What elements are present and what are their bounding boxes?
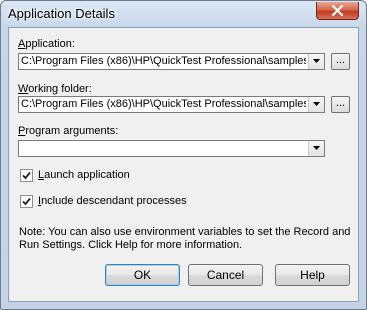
checkmark-icon (22, 197, 31, 206)
application-dropdown-button[interactable] (308, 54, 324, 69)
dialog-body: Application: C:\Program Files (x86)\HP\Q… (8, 27, 359, 302)
program-arguments-label: Program arguments: (18, 125, 119, 137)
cancel-button[interactable]: Cancel (188, 264, 263, 286)
note-line-2: Run Settings. Click Help for more inform… (19, 239, 243, 251)
working-folder-dropdown-button[interactable] (308, 97, 324, 112)
include-descendant-label[interactable]: Include descendant processes (38, 195, 187, 207)
include-descendant-checkbox[interactable] (20, 195, 33, 208)
dialog-title: Application Details (8, 6, 115, 21)
title-bar[interactable]: Application Details (1, 1, 366, 27)
close-button[interactable] (316, 2, 359, 20)
ok-button[interactable]: OK (105, 264, 180, 286)
chevron-down-icon (313, 59, 320, 63)
help-button[interactable]: Help (275, 264, 350, 286)
working-folder-combobox[interactable]: C:\Program Files (x86)\HP\QuickTest Prof… (18, 96, 325, 113)
application-value: C:\Program Files (x86)\HP\QuickTest Prof… (21, 55, 306, 67)
application-combobox[interactable]: C:\Program Files (x86)\HP\QuickTest Prof… (18, 53, 325, 70)
application-label: Application: (18, 38, 75, 50)
note-line-1: Note: You can also use environment varia… (19, 226, 351, 238)
launch-application-label[interactable]: Launch application (38, 169, 130, 181)
working-folder-value: C:\Program Files (x86)\HP\QuickTest Prof… (21, 98, 306, 110)
chevron-down-icon (313, 146, 320, 150)
application-details-dialog: Application Details Application: C:\Prog… (0, 0, 367, 310)
close-x-icon (331, 5, 344, 16)
checkmark-icon (22, 171, 31, 180)
working-folder-label: Working folder: (18, 83, 92, 95)
application-browse-button[interactable]: ... (331, 53, 350, 70)
program-arguments-dropdown-button[interactable] (308, 141, 324, 156)
working-folder-browse-button[interactable]: ... (331, 96, 350, 113)
launch-application-checkbox[interactable] (20, 169, 33, 182)
chevron-down-icon (313, 102, 320, 106)
program-arguments-combobox[interactable] (18, 140, 325, 157)
